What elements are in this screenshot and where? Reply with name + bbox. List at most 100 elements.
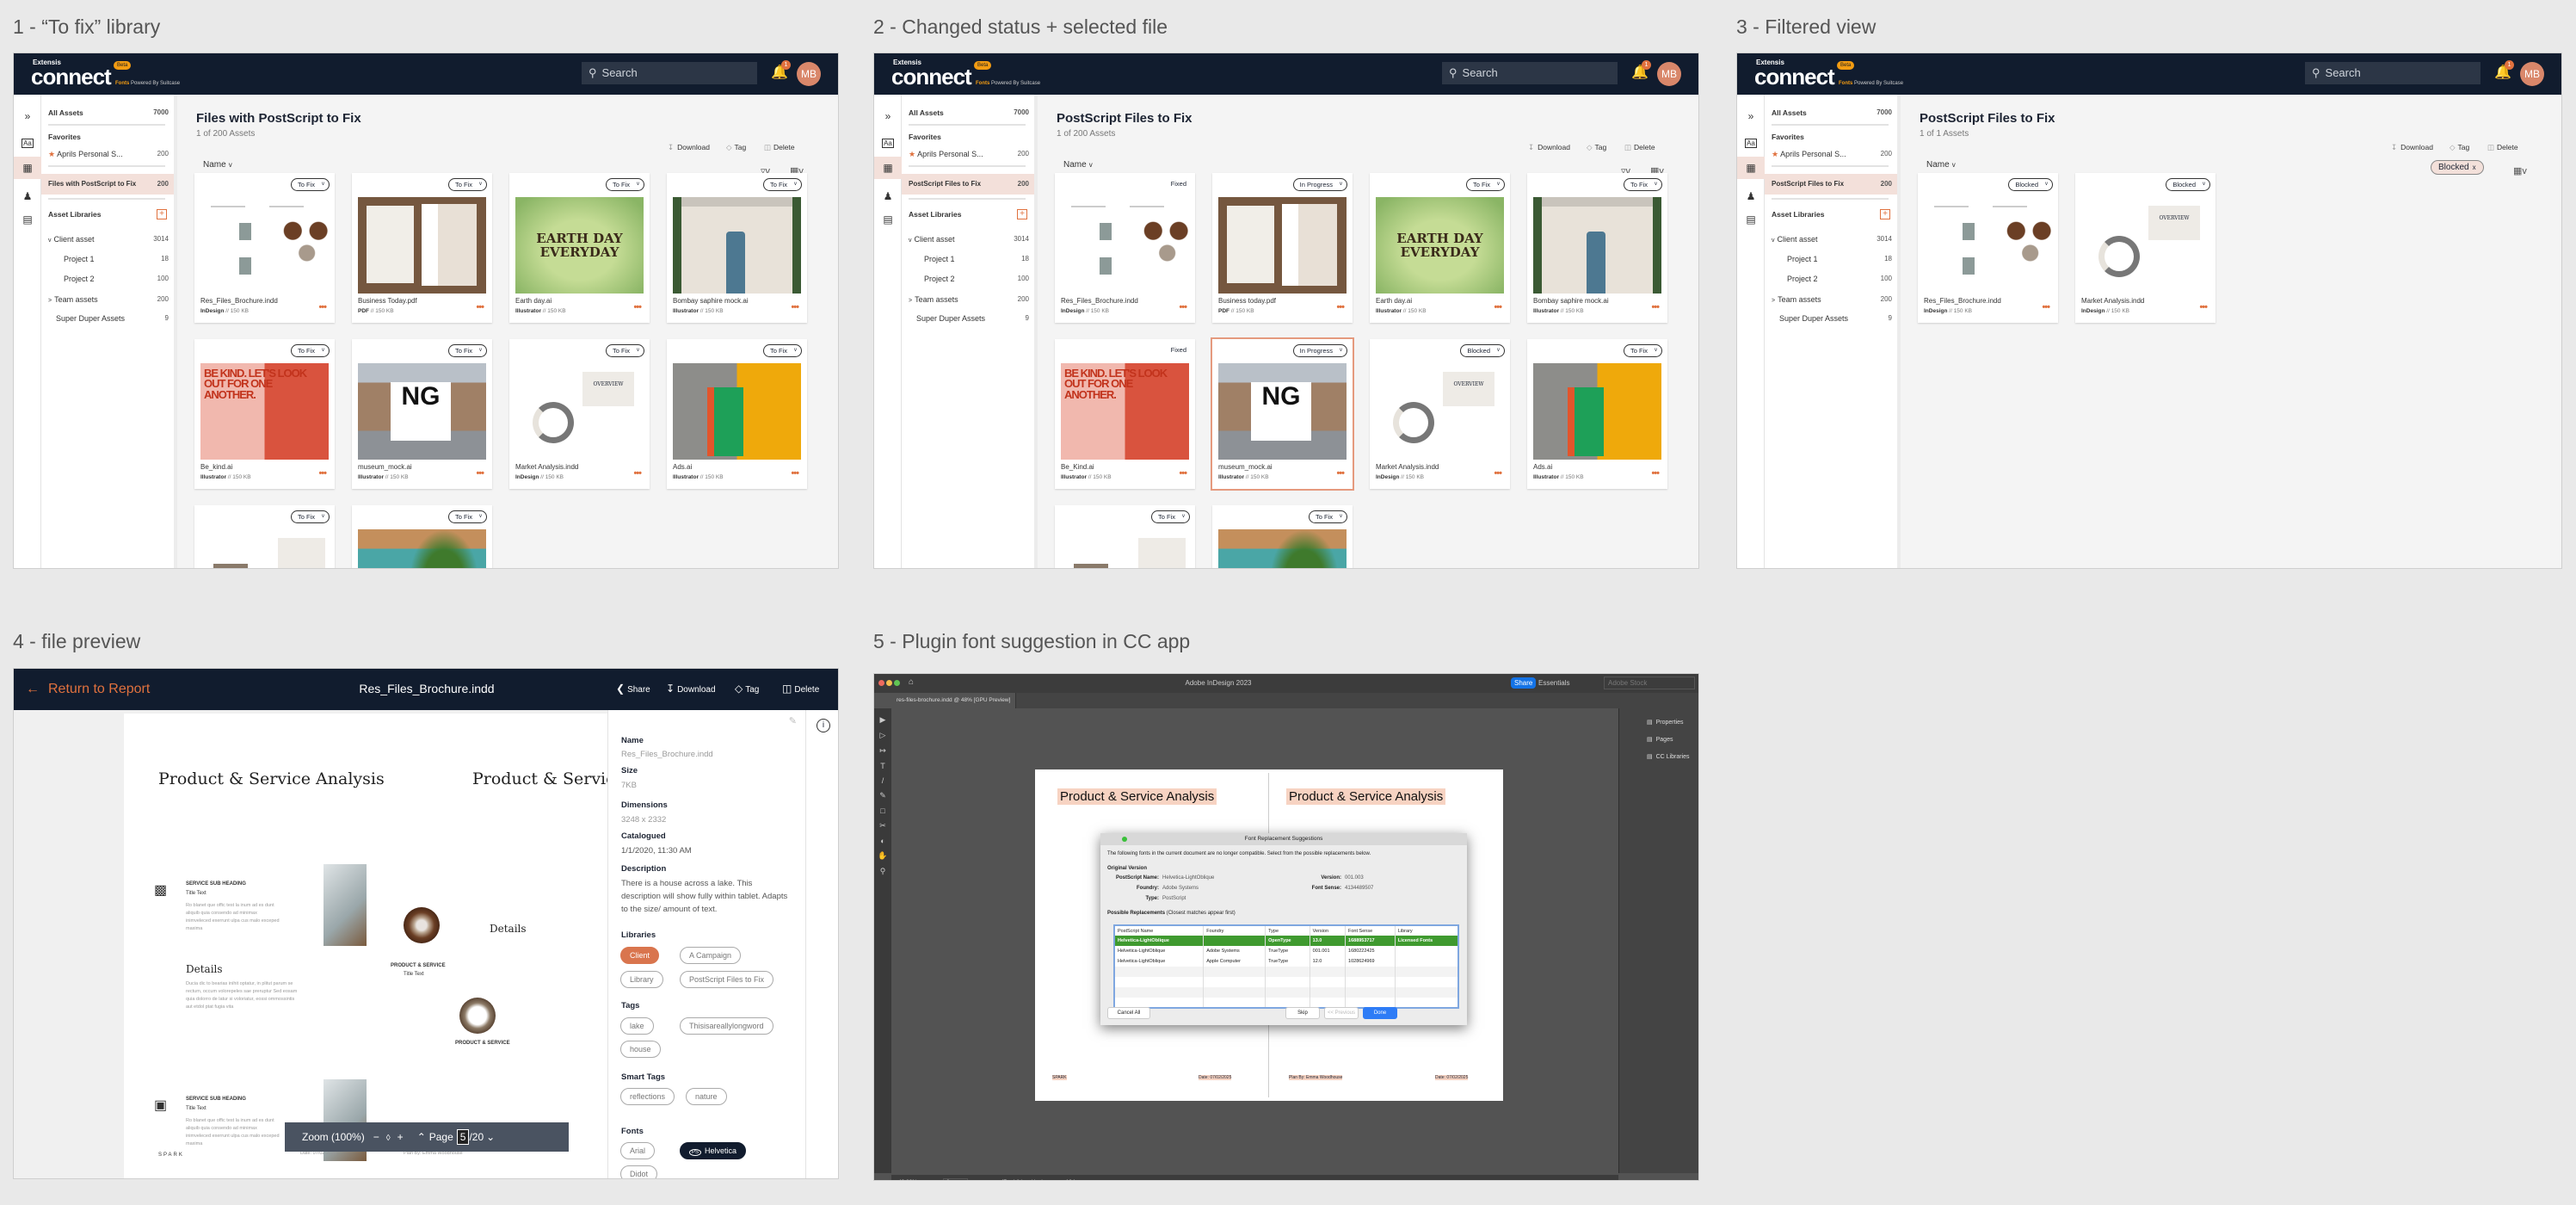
more-options-icon[interactable]: ••• <box>791 468 799 479</box>
brand-logo[interactable]: connect <box>31 64 112 90</box>
brand-logo[interactable]: connect <box>1754 64 1835 90</box>
asset-card[interactable]: To Fix <box>1212 505 1353 568</box>
sidebar-item-favorite[interactable]: ★ Aprils Personal S... 200 <box>1772 146 1892 162</box>
grid-view-icon[interactable]: ▦v <box>2513 165 2527 176</box>
user-icon[interactable]: ♟ <box>1737 185 1765 207</box>
table-row[interactable]: Helvetica-LightOblique Apple Computer True… <box>1114 956 1459 967</box>
status-dropdown[interactable]: To Fix <box>605 178 644 191</box>
asset-card[interactable]: BE KIND. LET'S LOOK OUT FOR ONE ANOTHER.… <box>194 339 335 489</box>
delete-button[interactable]: ◫ Delete <box>2487 143 2518 152</box>
fonts-icon[interactable]: Aa <box>1737 131 1765 153</box>
file-name[interactable]: Market Analysis.indd <box>515 463 578 471</box>
add-library-button[interactable]: + <box>1880 209 1890 219</box>
status-dropdown[interactable]: Blocked <box>2166 178 2210 191</box>
page-up-icon[interactable]: ⌃ <box>417 1131 426 1143</box>
tag-button[interactable]: ◇ Tag <box>735 683 759 695</box>
close-icon[interactable]: x <box>2473 164 2476 171</box>
file-name[interactable]: Earth day.ai <box>515 297 552 305</box>
download-button[interactable]: ↧ Download <box>668 143 710 152</box>
asset-thumbnail[interactable] <box>1218 529 1347 568</box>
file-name[interactable]: Res_Files_Brochure.indd <box>1061 297 1138 305</box>
tool-icon[interactable]: ↦ <box>874 746 891 756</box>
asset-thumbnail[interactable] <box>515 363 644 460</box>
sidebar-item-collection[interactable]: PostScript Files to Fix 200 <box>902 174 1034 195</box>
status-dropdown[interactable]: To Fix <box>762 178 802 191</box>
sidebar-heading-favorites[interactable]: Favorites <box>909 129 1029 145</box>
sidebar-item-super-duper[interactable]: Super Duper Assets 9 <box>1779 311 1892 326</box>
sort-dropdown[interactable]: Name v <box>1926 160 1956 170</box>
zoom-dot[interactable] <box>1122 837 1127 842</box>
more-options-icon[interactable]: ••• <box>633 468 642 479</box>
sidebar-item-team-assets[interactable]: > Team assets 200 <box>1772 292 1892 307</box>
table-row[interactable]: Helvetica-LightOblique Adobe Systems TrueT… <box>1114 946 1459 956</box>
file-name[interactable]: Business Today.pdf <box>358 297 417 305</box>
file-name[interactable]: Business today.pdf <box>1218 297 1276 305</box>
adobe-stock-search[interactable]: Adobe Stock <box>1604 677 1695 689</box>
tag-chip[interactable]: house <box>620 1041 661 1058</box>
status-dropdown[interactable]: To Fix <box>1623 344 1662 357</box>
expand-icon[interactable]: » <box>14 105 41 127</box>
asset-card[interactable]: To Fix Ads.ai Illustrator // 150 KB ••• <box>667 339 807 489</box>
fonts-icon[interactable]: Aa <box>874 131 902 153</box>
more-options-icon[interactable]: ••• <box>791 302 799 312</box>
status-dropdown[interactable]: To Fix <box>290 510 330 523</box>
sidebar-item-super-duper[interactable]: Super Duper Assets 9 <box>56 311 169 326</box>
brand-logo[interactable]: connect <box>891 64 972 90</box>
download-button[interactable]: ↧ Download <box>666 683 716 695</box>
document-tab[interactable]: res-files-brochure.indd @ 48% [GPU Previ… <box>891 693 1017 708</box>
tool-icon[interactable]: ✎ <box>874 791 891 800</box>
sidebar-item-super-duper[interactable]: Super Duper Assets 9 <box>916 311 1029 326</box>
more-options-icon[interactable]: ••• <box>633 302 642 312</box>
report-icon[interactable]: ▤ <box>1737 208 1765 231</box>
tag-button[interactable]: ◇ Tag <box>2450 143 2469 152</box>
tool-icon[interactable]: T <box>874 762 891 770</box>
file-name[interactable]: Ads.ai <box>673 463 692 471</box>
sidebar-item-team-assets[interactable]: > Team assets 200 <box>48 292 169 307</box>
sidebar-heading-asset-libraries[interactable]: Asset Libraries <box>48 207 169 222</box>
asset-thumbnail[interactable] <box>358 363 486 460</box>
more-options-icon[interactable]: ••• <box>1494 302 1502 312</box>
more-options-icon[interactable]: ••• <box>1179 468 1187 479</box>
asset-card[interactable]: Blocked Res_Files_Brochure.indd InDesign /… <box>1918 173 2058 323</box>
zoom-out-button[interactable]: − <box>373 1131 379 1143</box>
report-icon[interactable]: ▤ <box>874 208 902 231</box>
panel-tab[interactable]: ▤ Pages <box>1647 736 1673 743</box>
file-name[interactable]: museum_mock.ai <box>1218 463 1273 471</box>
asset-thumbnail[interactable]: EARTH DAY EVERYDAY <box>515 197 644 294</box>
tag-button[interactable]: ◇ Tag <box>1587 143 1606 152</box>
asset-card[interactable]: To Fix <box>1055 505 1195 568</box>
sidebar-item-all-assets[interactable]: All Assets 7000 <box>909 105 1029 120</box>
panel-tab[interactable]: ▤ Properties <box>1647 719 1684 726</box>
tool-icon[interactable]: / <box>874 776 891 785</box>
status-dropdown[interactable]: To Fix <box>290 344 330 357</box>
sidebar-item-project-1[interactable]: Project 1 18 <box>64 251 169 267</box>
file-name[interactable]: Bombay saphire mock.ai <box>1533 297 1609 305</box>
sidebar-item-favorite[interactable]: ★ Aprils Personal S... 200 <box>48 146 169 162</box>
panel-tab[interactable]: ▤ CC Libraries <box>1647 753 1690 760</box>
asset-card[interactable]: To Fix Bombay saphire mock.ai Illustrator … <box>667 173 807 323</box>
more-options-icon[interactable]: ••• <box>318 302 327 312</box>
avatar[interactable]: MB <box>2520 62 2544 86</box>
file-name[interactable]: Bombay saphire mock.ai <box>673 297 749 305</box>
more-options-icon[interactable]: ••• <box>476 468 484 479</box>
status-dropdown[interactable]: To Fix <box>447 178 487 191</box>
page-field[interactable]: 8 <box>943 1178 968 1180</box>
page-down-icon[interactable]: ⌄ <box>486 1131 495 1143</box>
asset-card[interactable]: To Fix <box>352 505 492 568</box>
smart-tag-chip[interactable]: reflections <box>620 1088 675 1105</box>
asset-thumbnail[interactable] <box>1924 197 2052 294</box>
asset-thumbnail[interactable] <box>673 363 801 460</box>
asset-card[interactable]: EARTH DAY EVERYDAY To Fix Earth day.ai Illu… <box>1370 173 1510 323</box>
more-options-icon[interactable]: ••• <box>1179 302 1187 312</box>
asset-thumbnail[interactable] <box>1061 197 1189 294</box>
sidebar-item-collection[interactable]: PostScript Files to Fix 200 <box>1765 174 1897 195</box>
add-library-button[interactable]: + <box>157 209 167 219</box>
more-options-icon[interactable]: ••• <box>2199 302 2208 312</box>
asset-thumbnail[interactable] <box>673 197 801 294</box>
more-options-icon[interactable]: ••• <box>1336 468 1345 479</box>
style-field[interactable]: [Basic] (working) <box>1002 1179 1044 1180</box>
asset-card[interactable]: To Fix Res_Files_Brochure.indd InDesign //… <box>194 173 335 323</box>
asset-thumbnail[interactable] <box>1533 197 1661 294</box>
more-options-icon[interactable]: ••• <box>1494 468 1502 479</box>
file-name[interactable]: Market Analysis.indd <box>2081 297 2144 305</box>
